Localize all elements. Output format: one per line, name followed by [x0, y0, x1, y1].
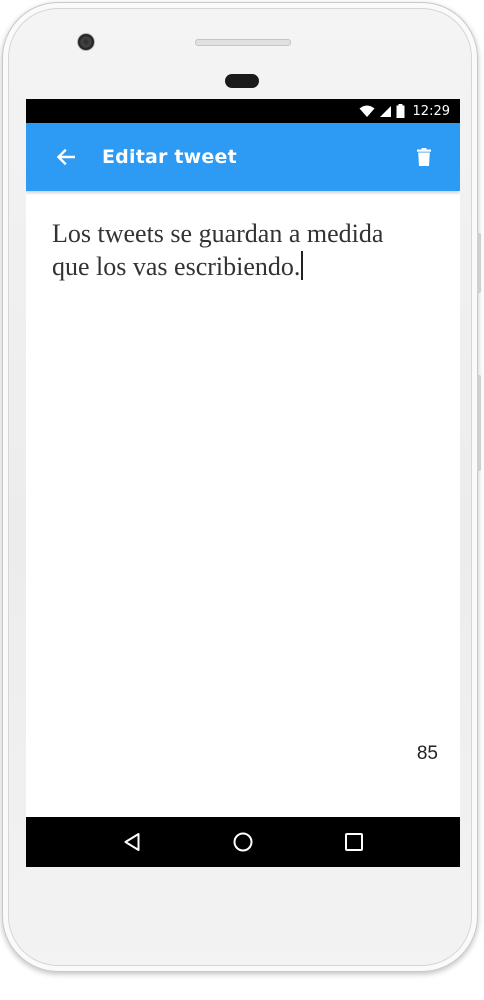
delete-button[interactable]	[404, 137, 444, 177]
nav-recents-button[interactable]	[330, 822, 378, 862]
earpiece	[225, 74, 259, 88]
back-button[interactable]	[46, 137, 86, 177]
tweet-text-area[interactable]: Los tweets se guardan a medida que los v…	[52, 217, 432, 283]
trash-icon	[417, 148, 431, 166]
status-time: 12:29	[412, 103, 450, 119]
app-bar: Editar tweet	[26, 123, 460, 191]
wifi-icon	[359, 105, 375, 117]
volume-button	[477, 233, 481, 293]
phone-frame: 12:29 Editar tweet Los tweets se guardan…	[2, 2, 481, 972]
nav-back-button[interactable]	[108, 822, 156, 862]
page-title: Editar tweet	[102, 146, 237, 168]
screen: 12:29 Editar tweet Los tweets se guardan…	[26, 99, 460, 867]
character-counter: 85	[416, 743, 438, 764]
tweet-text: Los tweets se guardan a medida que los v…	[52, 219, 384, 281]
status-bar: 12:29	[26, 99, 460, 123]
power-button	[477, 375, 481, 471]
back-triangle-icon	[124, 833, 140, 851]
recents-square-icon	[345, 833, 364, 851]
home-circle-icon	[233, 832, 253, 852]
arrow-left-icon	[57, 149, 75, 165]
nav-home-button[interactable]	[219, 822, 267, 862]
system-nav-bar	[26, 817, 460, 867]
front-camera	[77, 33, 95, 51]
top-speaker	[195, 39, 291, 46]
signal-icon	[379, 105, 391, 117]
battery-icon	[396, 104, 405, 118]
text-cursor	[301, 251, 304, 280]
